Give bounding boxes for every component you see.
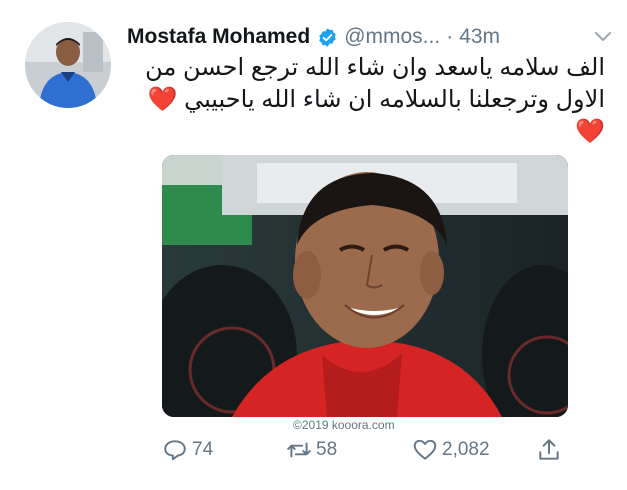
heart-icon — [413, 439, 437, 460]
retweet-button[interactable]: 58 — [286, 436, 337, 464]
tweet-text: الف سلامه ياسعد وان شاء الله ترجع احسن م… — [127, 52, 605, 148]
author-name[interactable]: Mostafa Mohamed — [127, 25, 310, 49]
tweet-actions: 74 58 2,082 — [162, 436, 572, 464]
tweet-header: Mostafa Mohamed @mmos... · 43m — [127, 22, 613, 52]
tweet-image[interactable] — [162, 155, 568, 417]
reply-icon — [164, 440, 186, 461]
reply-count: 74 — [192, 439, 214, 460]
tweet-photo — [162, 155, 568, 417]
red-heart-emoji: ❤️ — [575, 118, 605, 145]
verified-badge-icon — [319, 27, 336, 47]
chevron-down-icon[interactable] — [593, 30, 613, 44]
tweet-text-line2: الاول وترجعلنا بالسلامه ان شاء الله ياحب… — [184, 86, 605, 113]
separator-dot: · — [446, 25, 454, 48]
share-button[interactable] — [536, 436, 562, 464]
tweet-text-line: الف سلامه ياسعد وان شاء الله ترجع احسن م… — [145, 54, 605, 81]
like-button[interactable]: 2,082 — [412, 436, 490, 464]
tweet-text-line: الاول وترجعلنا بالسلامه ان شاء الله ياحب… — [127, 84, 606, 116]
image-watermark: ©2019 kooora.com — [293, 418, 395, 432]
retweet-icon — [287, 442, 311, 458]
retweet-count: 58 — [316, 439, 338, 460]
author-handle[interactable]: @mmos... — [344, 25, 440, 49]
red-heart-emoji: ❤️ — [147, 86, 178, 113]
reply-button[interactable]: 74 — [162, 436, 213, 464]
share-icon — [539, 439, 559, 460]
timestamp[interactable]: 43m — [459, 25, 500, 49]
tweet-text-line: ❤️ — [127, 116, 605, 148]
like-count: 2,082 — [442, 439, 490, 460]
avatar[interactable] — [25, 22, 111, 108]
avatar-image — [25, 22, 111, 108]
